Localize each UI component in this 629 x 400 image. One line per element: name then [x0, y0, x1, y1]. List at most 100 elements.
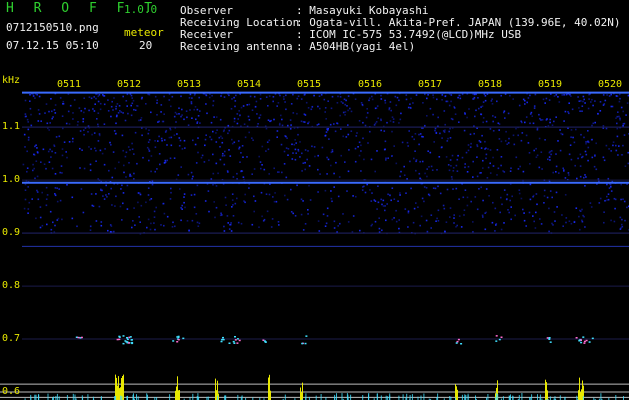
noise-speckle: [126, 208, 129, 210]
noise-speckle: [513, 143, 516, 146]
noise-speckle: [300, 213, 303, 216]
noise-speckle: [479, 141, 482, 143]
noise-speckle: [555, 116, 557, 118]
noise-speckle: [162, 202, 165, 205]
noise-speckle: [401, 141, 404, 144]
noise-speckle: [206, 112, 208, 115]
noise-speckle: [480, 172, 482, 174]
noise-floor-bar: [146, 393, 148, 400]
noise-speckle: [191, 219, 194, 222]
noise-speckle: [93, 110, 96, 112]
noise-speckle: [376, 150, 378, 152]
noise-speckle: [160, 224, 162, 226]
meteor-echo: [177, 338, 180, 341]
noise-speckle: [197, 115, 200, 117]
noise-speckle: [42, 148, 45, 151]
noise-speckle: [536, 203, 538, 206]
noise-speckle: [281, 171, 283, 174]
noise-speckle: [303, 94, 306, 96]
noise-speckle: [215, 206, 218, 209]
noise-speckle: [362, 104, 364, 107]
noise-speckle: [173, 134, 176, 136]
noise-speckle: [621, 223, 623, 226]
noise-speckle: [24, 113, 27, 115]
noise-speckle: [72, 118, 74, 120]
meteor-echo: [124, 340, 127, 342]
noise-speckle: [122, 112, 124, 114]
meteor-echo: [130, 339, 133, 341]
noise-speckle: [517, 134, 519, 137]
noise-speckle: [306, 158, 308, 161]
noise-speckle: [623, 134, 626, 136]
noise-speckle: [480, 113, 482, 115]
noise-speckle: [183, 118, 185, 121]
noise-speckle: [230, 230, 233, 232]
noise-speckle: [78, 107, 81, 109]
noise-speckle: [447, 137, 449, 140]
noise-speckle: [193, 206, 196, 209]
noise-speckle: [23, 207, 26, 210]
noise-speckle: [56, 200, 59, 203]
noise-speckle: [445, 156, 448, 158]
noise-speckle: [622, 123, 625, 125]
meteor-echo: [228, 342, 231, 344]
noise-speckle: [170, 136, 173, 139]
meteor-echo: [80, 336, 83, 339]
noise-speckle: [61, 115, 64, 117]
noise-speckle: [251, 173, 253, 175]
noise-speckle: [545, 119, 548, 121]
noise-speckle: [153, 216, 156, 218]
noise-speckle: [170, 187, 172, 190]
noise-speckle: [252, 139, 254, 141]
noise-speckle: [419, 177, 421, 180]
noise-speckle: [587, 140, 589, 142]
meteor-echo: [238, 339, 241, 342]
noise-speckle: [236, 178, 238, 180]
noise-speckle: [347, 109, 349, 112]
noise-speckle: [226, 215, 229, 217]
x-tick-label: 0513: [177, 79, 202, 90]
signal-bar: [119, 388, 120, 400]
noise-speckle: [433, 141, 435, 143]
noise-speckle: [407, 210, 410, 213]
noise-speckle: [622, 124, 624, 127]
noise-speckle: [131, 97, 133, 99]
noise-speckle: [460, 226, 463, 228]
noise-speckle: [290, 103, 293, 105]
noise-speckle: [587, 107, 590, 110]
noise-speckle: [548, 230, 550, 233]
noise-floor-bar: [320, 394, 322, 400]
noise-speckle: [591, 138, 593, 141]
noise-speckle: [101, 152, 104, 155]
noise-speckle: [112, 109, 114, 111]
noise-speckle: [594, 100, 596, 102]
noise-speckle: [153, 210, 156, 213]
noise-speckle: [567, 111, 569, 113]
noise-speckle: [280, 114, 282, 117]
noise-floor-bar: [465, 395, 467, 400]
noise-speckle: [222, 130, 225, 133]
noise-speckle: [384, 209, 386, 212]
noise-speckle: [283, 150, 286, 153]
noise-speckle: [68, 141, 71, 143]
noise-speckle: [132, 220, 134, 222]
meteor-echo: [182, 337, 185, 340]
noise-speckle: [389, 101, 392, 103]
noise-speckle: [111, 100, 113, 103]
noise-speckle: [364, 191, 367, 194]
noise-speckle: [342, 102, 344, 104]
meteor-label: meteor: [124, 26, 164, 39]
noise-speckle: [113, 97, 115, 99]
noise-speckle: [219, 118, 222, 121]
noise-speckle: [375, 121, 378, 123]
noise-speckle: [299, 156, 301, 158]
noise-speckle: [399, 194, 401, 196]
noise-speckle: [413, 207, 416, 210]
noise-speckle: [231, 199, 234, 201]
noise-speckle: [210, 138, 213, 141]
noise-speckle: [134, 109, 137, 111]
noise-speckle: [621, 218, 623, 221]
noise-speckle: [195, 213, 198, 215]
noise-speckle: [498, 138, 501, 140]
noise-speckle: [605, 127, 608, 130]
